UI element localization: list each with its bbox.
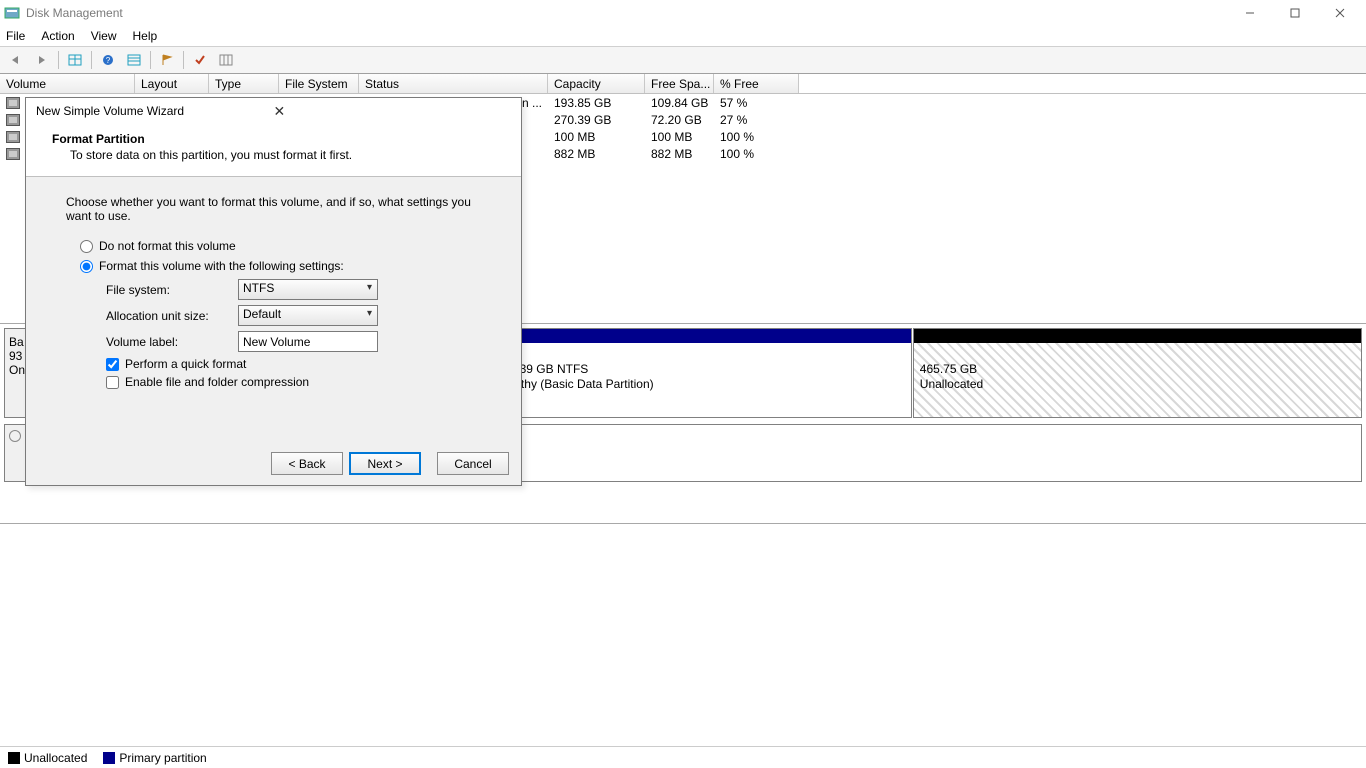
partition-bar: [490, 329, 911, 343]
title-bar: Disk Management: [0, 0, 1366, 26]
checkbox-compression-label: Enable file and folder compression: [125, 375, 309, 389]
nav-back-icon[interactable]: [4, 49, 28, 71]
menu-help[interactable]: Help: [133, 29, 158, 43]
close-button[interactable]: [1317, 0, 1362, 26]
menu-bar: File Action View Help: [0, 26, 1366, 46]
volume-label-input[interactable]: [238, 331, 378, 352]
col-capacity[interactable]: Capacity: [548, 74, 645, 93]
volume-icon: [6, 148, 20, 160]
check-icon[interactable]: [188, 49, 212, 71]
wizard-buttons: < Back Next > Cancel: [271, 452, 509, 475]
checkbox-quick-format[interactable]: [106, 358, 119, 371]
legend: Unallocated Primary partition: [0, 746, 1366, 768]
wizard-titlebar[interactable]: New Simple Volume Wizard ✕: [26, 98, 521, 124]
toolbar: ?: [0, 46, 1366, 74]
wizard-header: Format Partition To store data on this p…: [26, 124, 521, 177]
window-controls: [1227, 0, 1362, 26]
volume-icon: [6, 97, 20, 109]
wizard-subheading: To store data on this partition, you mus…: [52, 148, 501, 162]
col-pctfree[interactable]: % Free: [714, 74, 799, 93]
help-icon[interactable]: ?: [96, 49, 120, 71]
radio-no-format-label: Do not format this volume: [99, 239, 236, 253]
legend-swatch-unallocated: [8, 752, 20, 764]
radio-format-label: Format this volume with the following se…: [99, 259, 344, 273]
back-button[interactable]: < Back: [271, 452, 343, 475]
wizard-heading: Format Partition: [52, 132, 501, 146]
allocation-select[interactable]: Default: [238, 305, 378, 326]
radio-format[interactable]: [80, 260, 93, 273]
view-grid-icon[interactable]: [63, 49, 87, 71]
menu-file[interactable]: File: [6, 29, 25, 43]
allocation-label: Allocation unit size:: [106, 309, 238, 323]
flag-icon[interactable]: [155, 49, 179, 71]
menu-view[interactable]: View: [91, 29, 117, 43]
col-type[interactable]: Type: [209, 74, 279, 93]
minimize-button[interactable]: [1227, 0, 1272, 26]
filesystem-label: File system:: [106, 283, 238, 297]
col-status[interactable]: Status: [359, 74, 548, 93]
close-icon[interactable]: ✕: [274, 103, 512, 120]
view-list-icon[interactable]: [122, 49, 146, 71]
volume-icon: [6, 131, 20, 143]
radio-no-format[interactable]: [80, 240, 93, 253]
col-layout[interactable]: Layout: [135, 74, 209, 93]
next-button[interactable]: Next >: [349, 452, 421, 475]
wizard-title: New Simple Volume Wizard: [36, 104, 274, 118]
col-filesystem[interactable]: File System: [279, 74, 359, 93]
col-volume[interactable]: Volume: [0, 74, 135, 93]
app-icon: [4, 5, 20, 21]
checkbox-compression[interactable]: [106, 376, 119, 389]
partition-unallocated[interactable]: 465.75 GB Unallocated: [913, 328, 1362, 418]
col-freespace[interactable]: Free Spa...: [645, 74, 714, 93]
volume-icon: [6, 114, 20, 126]
svg-text:?: ?: [106, 56, 111, 65]
checkbox-quick-format-label: Perform a quick format: [125, 357, 246, 371]
cancel-button[interactable]: Cancel: [437, 452, 509, 475]
volume-list-header: Volume Layout Type File System Status Ca…: [0, 74, 1366, 94]
partition[interactable]: (D:) 270.39 GB NTFS Healthy (Basic Data …: [489, 328, 912, 418]
wizard-body: Choose whether you want to format this v…: [26, 177, 521, 442]
filesystem-select[interactable]: NTFS: [238, 279, 378, 300]
window-title: Disk Management: [26, 6, 1227, 20]
wizard-dialog: New Simple Volume Wizard ✕ Format Partit…: [25, 97, 522, 486]
wizard-description: Choose whether you want to format this v…: [66, 195, 491, 223]
maximize-button[interactable]: [1272, 0, 1317, 26]
cd-icon: [9, 430, 21, 442]
volume-label-label: Volume label:: [106, 335, 238, 349]
legend-swatch-primary: [103, 752, 115, 764]
grid2-icon[interactable]: [214, 49, 238, 71]
menu-action[interactable]: Action: [41, 29, 74, 43]
nav-forward-icon[interactable]: [30, 49, 54, 71]
partition-bar: [914, 329, 1361, 343]
